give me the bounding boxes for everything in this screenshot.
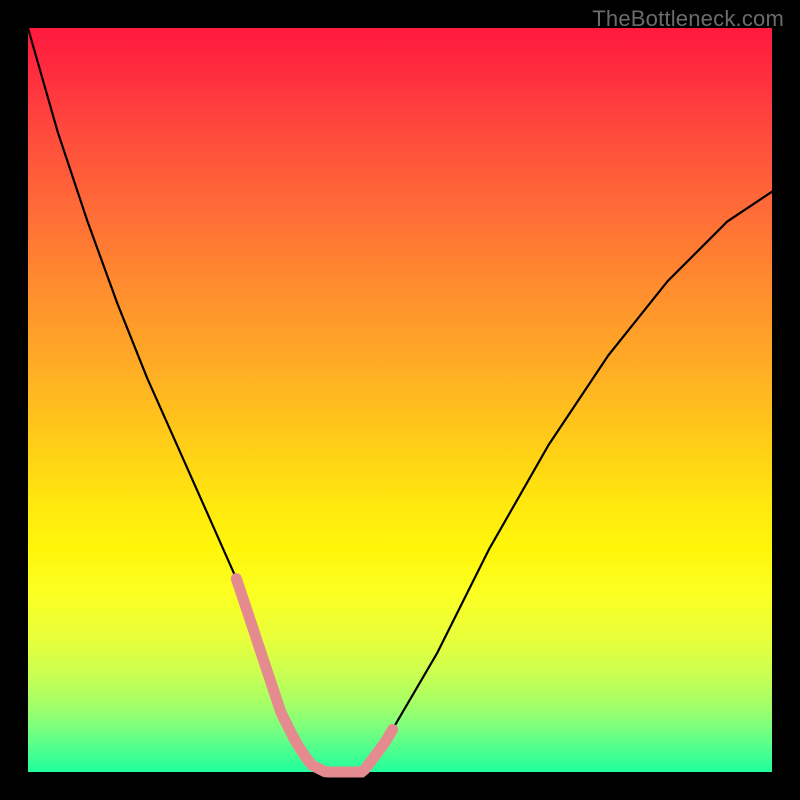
chart-frame: TheBottleneck.com — [0, 0, 800, 800]
chart-svg — [28, 28, 772, 772]
highlight-left — [236, 579, 303, 754]
watermark-text: TheBottleneck.com — [592, 6, 784, 32]
plot-area — [28, 28, 772, 772]
highlight-bottom — [303, 753, 355, 772]
bottleneck-curve — [28, 28, 772, 772]
highlight-right — [355, 730, 392, 773]
